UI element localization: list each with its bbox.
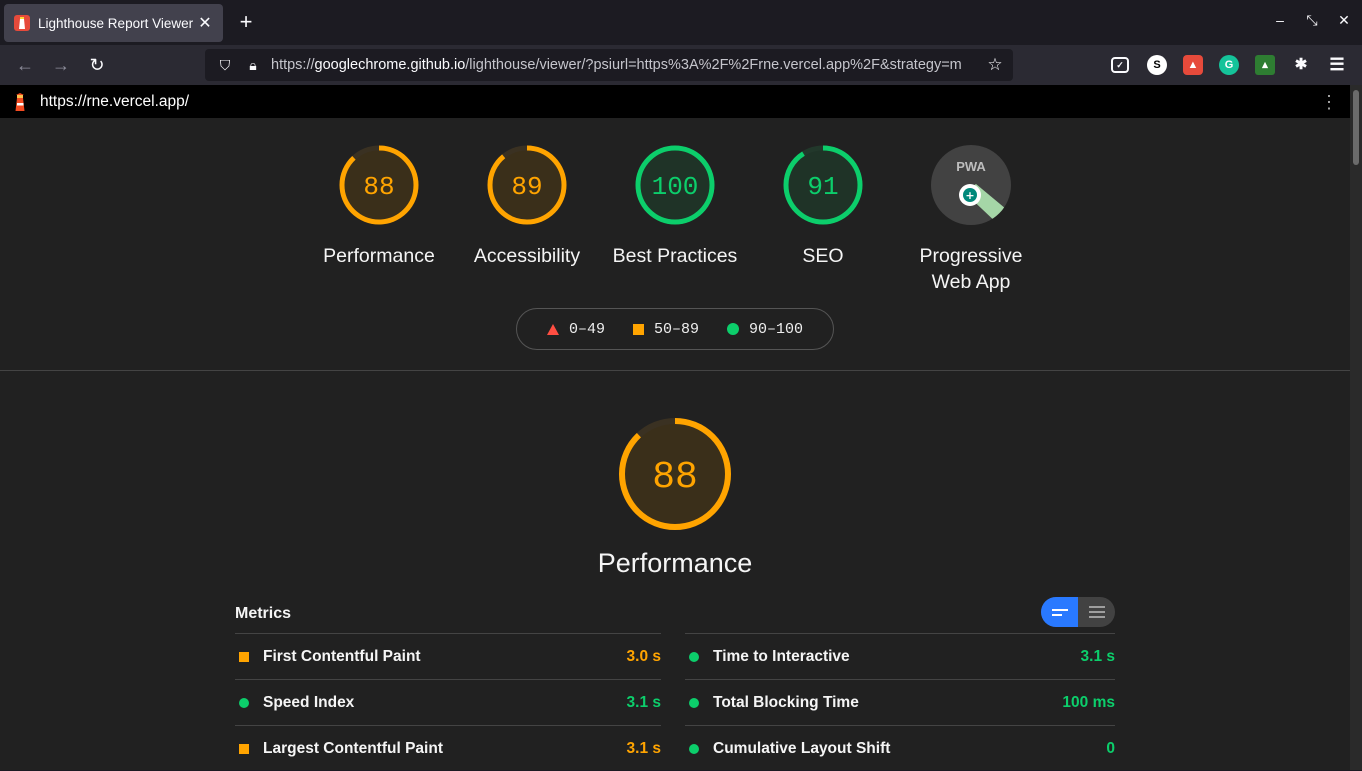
menu-icon[interactable]: ☰ (1327, 55, 1347, 75)
url-text[interactable]: https://googlechrome.github.io/lighthous… (271, 57, 981, 73)
lighthouse-logo-icon (15, 92, 25, 111)
back-button[interactable]: ← (15, 55, 35, 75)
gauge-ring: 88 (619, 418, 731, 530)
section-divider (0, 370, 1350, 371)
metric-first-contentful-paint[interactable]: First Contentful Paint 3.0 s (235, 633, 661, 679)
red-triangle-icon (546, 323, 559, 335)
mortarboard-extension-icon[interactable]: ▴ (1255, 55, 1275, 75)
gauge-score: 91 (807, 172, 838, 202)
tab-strip: Lighthouse Report Viewer ✕ + – ⤡ ✕ (0, 0, 1362, 45)
s-extension-icon[interactable]: S (1147, 55, 1167, 75)
metric-total-blocking-time[interactable]: Total Blocking Time 100 ms (685, 679, 1115, 725)
page-scrollbar[interactable] (1350, 85, 1362, 770)
tab-title: Lighthouse Report Viewer (38, 15, 194, 31)
pocket-icon[interactable]: ✓ (1111, 57, 1129, 73)
metrics-right-column: Time to Interactive 3.1 s Total Blocking… (685, 633, 1115, 771)
more-options-icon[interactable]: ⋮ (1320, 93, 1338, 111)
lighthouse-extension-icon[interactable]: ▲ (1183, 55, 1203, 75)
restore-icon[interactable]: ⤡ (1302, 12, 1322, 32)
gauge-label: Best Practices (612, 245, 738, 267)
scrollbar-thumb[interactable] (1353, 90, 1359, 165)
green-circle-icon (239, 697, 249, 708)
score-scale-legend: 0–49 50–89 90–100 (516, 308, 834, 350)
green-circle-icon (727, 323, 739, 335)
gauge-score: 88 (363, 172, 394, 202)
bookmark-star-icon[interactable]: ☆ (985, 55, 1005, 75)
gauge-label: Progressive Web App (919, 245, 1023, 293)
gauge-best-practices[interactable]: 100 Best Practices (605, 144, 745, 269)
report-site-url[interactable]: https://rne.vercel.app/ (40, 93, 189, 111)
address-bar[interactable]: ⛉ 🔒︎ https://googlechrome.github.io/ligh… (205, 49, 1013, 81)
gauge-ring: 100 (635, 145, 715, 225)
compact-view-button[interactable] (1041, 597, 1078, 627)
metric-largest-contentful-paint[interactable]: Largest Contentful Paint 3.1 s (235, 725, 661, 771)
metric-speed-index[interactable]: Speed Index 3.1 s (235, 679, 661, 725)
green-circle-icon (689, 743, 699, 754)
green-circle-icon (689, 697, 699, 708)
tab-close-icon[interactable]: ✕ (197, 13, 213, 33)
metrics-heading: Metrics (235, 605, 292, 622)
metrics-view-toggle[interactable] (1041, 597, 1115, 627)
performance-title: Performance (597, 548, 753, 578)
orange-square-icon (239, 743, 249, 754)
expanded-view-button[interactable] (1078, 597, 1115, 627)
gauge-score: 88 (652, 456, 698, 499)
grammarly-icon[interactable]: G (1219, 55, 1239, 75)
gauge-ring: 88 (339, 145, 419, 225)
navigation-toolbar: ← → ↻ ⛉ 🔒︎ https://googlechrome.github.i… (0, 45, 1362, 85)
gauge-ring: 91 (783, 145, 863, 225)
gauge-label: Performance (323, 245, 435, 267)
report-topbar: https://rne.vercel.app/ ⋮ (0, 85, 1350, 118)
gauge-label: SEO (802, 245, 844, 267)
performance-gauge-large: 88 Performance (575, 416, 775, 579)
orange-square-icon (239, 651, 249, 662)
orange-square-icon (632, 323, 644, 335)
svg-text:PWA: PWA (956, 159, 986, 174)
gauge-performance[interactable]: 88 Performance (309, 144, 449, 269)
paw-extension-icon[interactable]: ✱ (1291, 55, 1311, 75)
window-close-icon[interactable]: ✕ (1334, 12, 1354, 32)
shield-icon[interactable]: ⛉ (215, 55, 235, 75)
gauge-score: 100 (652, 172, 699, 202)
reload-button[interactable]: ↻ (87, 55, 107, 75)
new-tab-button[interactable]: + (236, 11, 256, 33)
metric-time-to-interactive[interactable]: Time to Interactive 3.1 s (685, 633, 1115, 679)
lock-icon[interactable]: 🔒︎ (243, 55, 263, 75)
gauge-seo[interactable]: 91 SEO (753, 144, 893, 269)
minimize-icon[interactable]: – (1270, 12, 1290, 32)
forward-button[interactable]: → (51, 55, 71, 75)
gauge-accessibility[interactable]: 89 Accessibility (457, 144, 597, 269)
metric-cumulative-layout-shift[interactable]: Cumulative Layout Shift 0 (685, 725, 1115, 771)
green-circle-icon (689, 651, 699, 662)
gauge-score: 89 (511, 172, 542, 202)
legend-fail: 0–49 (546, 321, 605, 338)
report-content: 88 Performance 89 Accessibility 100 Best… (0, 118, 1350, 770)
gauge-label: Accessibility (473, 245, 581, 267)
lighthouse-favicon-icon (14, 15, 30, 31)
gauge-pwa[interactable]: PWA + Progressive Web App (901, 144, 1041, 295)
legend-pass: 90–100 (727, 321, 803, 338)
tab-lighthouse-report-viewer[interactable]: Lighthouse Report Viewer ✕ (4, 4, 223, 42)
legend-average: 50–89 (632, 321, 699, 338)
metrics-left-column: First Contentful Paint 3.0 s Speed Index… (235, 633, 661, 771)
gauge-ring: 89 (487, 145, 567, 225)
svg-text:+: + (965, 189, 974, 202)
pwa-badge-icon: PWA + (931, 145, 1011, 225)
